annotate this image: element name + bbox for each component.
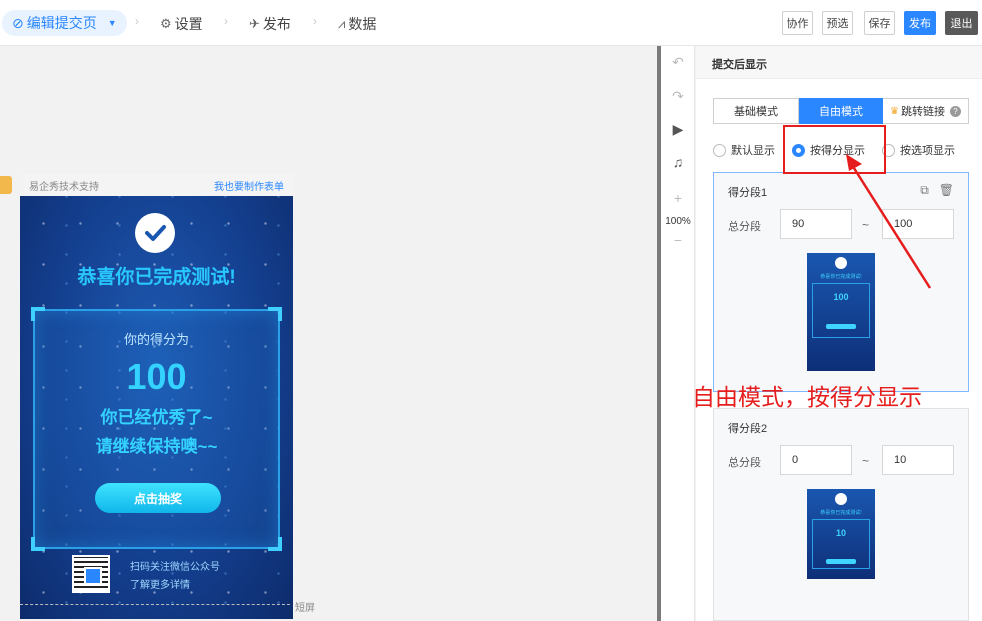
score-message-2: 请继续保持噢~~ xyxy=(95,437,218,456)
check-icon xyxy=(135,213,175,253)
range-tilde: ~ xyxy=(862,454,870,468)
tab-publish-label: 发布 xyxy=(262,16,291,32)
tab-publish[interactable]: ✈ 发布 xyxy=(249,14,291,34)
learn-more-text: 了解更多详情 xyxy=(130,580,190,591)
segment-from-input[interactable]: 0 xyxy=(780,445,852,475)
tab-free-mode[interactable]: 自由模式 xyxy=(799,98,883,124)
thumb-title: 恭喜你已完成测试! xyxy=(820,510,862,516)
segment-from-input[interactable]: 90 xyxy=(780,209,852,239)
radio-default-label: 默认显示 xyxy=(731,145,775,157)
panel-title: 提交后显示 xyxy=(712,59,767,71)
score-message-1: 你已经优秀了~ xyxy=(100,408,213,427)
segment-title: 得分段1 xyxy=(728,187,768,199)
zoom-in-icon[interactable]: + xyxy=(661,190,695,206)
segment-to-input[interactable]: 100 xyxy=(882,209,954,239)
follow-wechat-text: 扫码关注微信公众号 xyxy=(130,562,220,573)
tab-data[interactable]: ⩘ 数据 xyxy=(338,14,376,34)
short-screen-guide xyxy=(20,604,290,605)
qr-code-icon xyxy=(72,555,110,593)
tab-basic-mode[interactable]: 基础模式 xyxy=(713,98,799,124)
tab-edit-submit-page[interactable]: ⊘ 编辑提交页 ▼ xyxy=(2,10,127,36)
help-icon[interactable]: ? xyxy=(949,105,961,117)
trash-icon[interactable]: 🗑 xyxy=(939,183,954,198)
make-form-link[interactable]: 我也要制作表单 xyxy=(214,178,284,193)
segment-to-input[interactable]: 10 xyxy=(882,445,954,475)
score-segment-card[interactable]: 得分段2 总分段 0 ~ 10 恭喜你已完成测试! 10 xyxy=(713,408,969,621)
thumb-score: 10 xyxy=(835,528,846,538)
thumb-score: 100 xyxy=(833,292,849,302)
undo-icon[interactable]: ↶ xyxy=(661,54,695,71)
zoom-level: 100% xyxy=(665,216,691,227)
highlight-box xyxy=(783,125,886,174)
score-value: 100 xyxy=(126,356,187,397)
radio-default-display[interactable]: 默认显示 xyxy=(713,142,775,158)
phone-header: 易企秀技术支持 我也要制作表单 xyxy=(20,174,293,196)
annotation-text: 自由模式，按得分显示 xyxy=(692,384,922,410)
segment-range-label: 总分段 xyxy=(728,221,761,233)
vertical-toolbar: ↶ ↷ ▶ ♫ + 100% − xyxy=(661,46,695,621)
result-page-preview[interactable]: 恭喜你已完成测试! 你的得分为 100 你已经优秀了~ 请继续保持噢~~ 点击抽… xyxy=(20,196,293,619)
music-icon[interactable]: ♫ xyxy=(661,154,695,170)
short-screen-label: 短屏 xyxy=(295,603,315,614)
exit-button[interactable]: 退出 xyxy=(945,11,978,35)
segment-preview-thumbnail[interactable]: 恭喜你已完成测试! 10 xyxy=(807,489,875,579)
tab-jump-link-label: 跳转链接 xyxy=(900,106,945,118)
range-tilde: ~ xyxy=(862,218,870,232)
zoom-out-icon[interactable]: − xyxy=(661,232,695,248)
send-icon: ✈ xyxy=(249,16,260,31)
lottery-button[interactable]: 点击抽奖 xyxy=(95,483,221,513)
thumb-title: 恭喜你已完成测试! xyxy=(820,274,862,280)
tab-settings[interactable]: ⚙ 设置 xyxy=(160,14,203,34)
segment-preview-thumbnail[interactable]: 恭喜你已完成测试! 100 xyxy=(807,253,875,371)
crown-badge-icon xyxy=(0,176,12,194)
nav-separator-icon: › xyxy=(313,14,317,28)
score-label: 你的得分为 xyxy=(123,332,189,347)
collaborate-button[interactable]: 协作 xyxy=(782,11,813,35)
save-button[interactable]: 保存 xyxy=(864,11,895,35)
tab-data-label: 数据 xyxy=(348,16,377,32)
top-bar: ⊘ 编辑提交页 ▼ › ⚙ 设置 › ✈ 发布 › ⩘ 数据 协作 预选 保存 … xyxy=(0,0,982,46)
nav-separator-icon: › xyxy=(135,14,139,28)
caret-down-icon: ▼ xyxy=(107,18,117,28)
line-chart-icon: ⩘ xyxy=(338,16,346,31)
congrats-title: 恭喜你已完成测试! xyxy=(77,267,236,288)
preview-button[interactable]: 预选 xyxy=(822,11,853,35)
publish-button[interactable]: 发布 xyxy=(904,11,936,35)
radio-by-option[interactable]: 按选项显示 xyxy=(882,142,955,158)
score-segment-card[interactable]: 得分段1 ⧉ 🗑 总分段 90 ~ 100 恭喜你已完成测试! 100 xyxy=(713,172,969,392)
tab-edit-label: 编辑提交页 xyxy=(26,15,97,31)
segment-range-label: 总分段 xyxy=(728,457,761,469)
gear-icon: ⚙ xyxy=(160,16,172,31)
panel-header: 提交后显示 xyxy=(696,46,982,79)
check-circle-icon: ⊘ xyxy=(12,14,24,31)
copy-icon[interactable]: ⧉ xyxy=(920,183,929,198)
nav-separator-icon: › xyxy=(224,14,228,28)
mode-tabs: 基础模式 自由模式 ♛ 跳转链接 ? xyxy=(713,98,969,124)
tech-support-text: 易企秀技术支持 xyxy=(29,181,99,193)
crown-icon: ♛ xyxy=(890,105,899,117)
tab-settings-label: 设置 xyxy=(174,16,203,32)
tab-jump-link[interactable]: ♛ 跳转链接 ? xyxy=(883,98,969,124)
radio-dot-icon xyxy=(713,143,726,157)
play-icon[interactable]: ▶ xyxy=(661,121,695,138)
redo-icon[interactable]: ↷ xyxy=(661,88,695,105)
segment-title: 得分段2 xyxy=(728,423,768,435)
radio-by-option-label: 按选项显示 xyxy=(900,145,955,157)
